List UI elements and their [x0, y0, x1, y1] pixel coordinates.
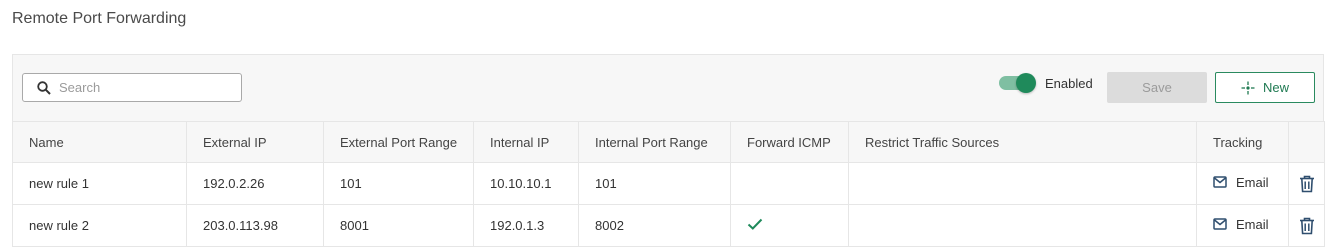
column-header-actions — [1288, 121, 1325, 163]
table-row[interactable]: new rule 1 192.0.2.26 101 10.10.10.1 101… — [12, 162, 1325, 205]
save-button[interactable]: Save — [1107, 72, 1207, 103]
toggle-knob — [1016, 73, 1036, 93]
column-header-internal-ip[interactable]: Internal IP — [473, 121, 579, 163]
cell-tracking: Email — [1196, 204, 1289, 247]
tracking-label: Email — [1236, 216, 1269, 232]
cell-tracking: Email — [1196, 162, 1289, 205]
checkmark-icon — [747, 218, 763, 230]
cell-actions — [1288, 162, 1325, 205]
envelope-icon — [1213, 218, 1227, 230]
search-icon — [37, 80, 51, 95]
enabled-toggle-label: Enabled — [1045, 76, 1093, 91]
cell-internal-ip: 192.0.1.3 — [473, 204, 579, 247]
cell-internal-ip: 10.10.10.1 — [473, 162, 579, 205]
tracking-label: Email — [1236, 174, 1269, 190]
envelope-icon — [1213, 176, 1227, 188]
cell-internal-port-range: 101 — [578, 162, 731, 205]
cell-restrict-traffic-sources — [848, 204, 1197, 247]
new-button-label: New — [1262, 80, 1289, 95]
sparkle-icon — [1241, 81, 1255, 94]
cell-external-ip: 203.0.113.98 — [186, 204, 324, 247]
cell-actions — [1288, 204, 1325, 247]
column-header-external-ip[interactable]: External IP — [186, 121, 324, 163]
cell-name: new rule 2 — [12, 204, 187, 247]
toolbar: Enabled Save New — [13, 55, 1323, 121]
new-button[interactable]: New — [1215, 72, 1315, 103]
page-title: Remote Port Forwarding — [12, 10, 187, 27]
cell-forward-icmp — [730, 162, 849, 205]
search-input[interactable] — [59, 80, 219, 95]
cell-external-ip: 192.0.2.26 — [186, 162, 324, 205]
cell-internal-port-range: 8002 — [578, 204, 731, 247]
trash-icon — [1299, 217, 1314, 235]
delete-rule-button[interactable] — [1299, 217, 1315, 238]
cell-restrict-traffic-sources — [848, 162, 1197, 205]
search-box[interactable] — [22, 73, 242, 102]
column-header-restrict-traffic-sources[interactable]: Restrict Traffic Sources — [848, 121, 1197, 163]
cell-external-port-range: 8001 — [323, 204, 474, 247]
column-header-tracking[interactable]: Tracking — [1196, 121, 1289, 163]
forwarding-rules-table: Name External IP External Port Range Int… — [12, 121, 1325, 247]
cell-external-port-range: 101 — [323, 162, 474, 205]
column-header-external-port-range[interactable]: External Port Range — [323, 121, 474, 163]
table-header-row: Name External IP External Port Range Int… — [12, 121, 1325, 163]
table-row[interactable]: new rule 2 203.0.113.98 8001 192.0.1.3 8… — [12, 204, 1325, 247]
cell-name: new rule 1 — [12, 162, 187, 205]
cell-forward-icmp — [730, 204, 849, 247]
column-header-name[interactable]: Name — [12, 121, 187, 163]
enabled-toggle[interactable] — [999, 73, 1037, 93]
delete-rule-button[interactable] — [1299, 175, 1315, 196]
column-header-forward-icmp[interactable]: Forward ICMP — [730, 121, 849, 163]
port-forwarding-panel: Enabled Save New Name External IP — [12, 54, 1325, 247]
column-header-internal-port-range[interactable]: Internal Port Range — [578, 121, 731, 163]
trash-icon — [1299, 175, 1314, 193]
